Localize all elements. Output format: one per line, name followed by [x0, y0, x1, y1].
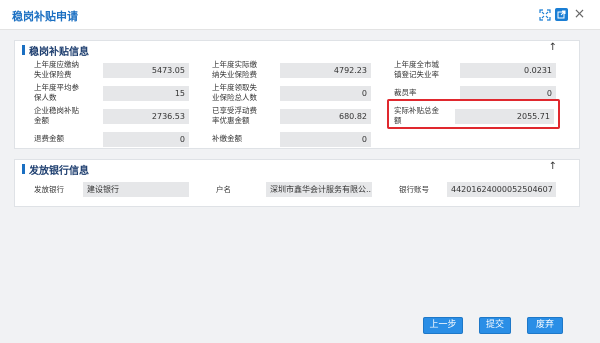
bank-info-header[interactable]: 发放银行信息 ↑ — [15, 160, 579, 177]
label-paid-premium: 上年度实际缴 纳失业保险费 — [212, 60, 257, 79]
label-benefit-recipients: 上年度领取失 业保险总人数 — [212, 83, 257, 102]
window-title: 稳岗补贴申请 — [12, 10, 78, 23]
label-supplement-amount: 补缴金额 — [212, 134, 242, 143]
section-accent-bar — [22, 45, 25, 55]
popout-icon[interactable] — [555, 8, 568, 21]
label-subsidy-amount: 企业稳岗补贴 金额 — [34, 106, 79, 125]
value-supplement-amount: 0 — [280, 132, 371, 147]
value-paid-premium: 4792.23 — [280, 63, 371, 78]
label-payable-premium: 上年度应缴纳 失业保险费 — [34, 60, 79, 79]
label-avg-insured: 上年度平均参 保人数 — [34, 83, 79, 102]
submit-button[interactable]: 提交 — [479, 317, 511, 334]
subsidy-info-title: 稳岗补贴信息 — [29, 47, 89, 58]
label-issuing-bank: 发放银行 — [34, 185, 64, 194]
fullscreen-icon[interactable] — [538, 8, 551, 21]
value-issuing-bank: 建设银行 — [83, 182, 189, 197]
label-account-number: 银行账号 — [399, 185, 429, 194]
value-unemployment-rate: 0.0231 — [460, 63, 556, 78]
window-titlebar: 稳岗补贴申请 × — [0, 0, 600, 30]
value-benefit-recipients: 0 — [280, 86, 371, 101]
label-account-name: 户名 — [216, 185, 231, 194]
bank-info-title: 发放银行信息 — [29, 166, 89, 177]
discard-button[interactable]: 废弃 — [527, 317, 563, 334]
value-refund-amount: 0 — [103, 132, 189, 147]
label-unemployment-rate: 上年度全市城 镇登记失业率 — [394, 60, 439, 79]
value-subsidy-amount: 2736.53 — [103, 109, 189, 124]
value-avg-insured: 15 — [103, 86, 189, 101]
value-account-name: 深圳市鑫华会计服务有限公... — [266, 182, 372, 197]
value-rate-discount: 680.82 — [280, 109, 371, 124]
value-account-number: 44201624000052504607 — [447, 182, 556, 197]
label-refund-amount: 退费金额 — [34, 134, 64, 143]
label-rate-discount: 已享受浮动费 率优惠金额 — [212, 106, 257, 125]
close-icon[interactable]: × — [573, 6, 586, 22]
previous-step-button[interactable]: 上一步 — [423, 317, 463, 334]
collapse-arrow-icon[interactable]: ↑ — [549, 42, 557, 53]
subsidy-info-header[interactable]: 稳岗补贴信息 ↑ — [15, 41, 579, 58]
collapse-arrow-icon[interactable]: ↑ — [549, 161, 557, 172]
close-glyph: × — [573, 6, 586, 22]
highlight-box — [387, 99, 560, 129]
section-accent-bar — [22, 164, 25, 174]
value-payable-premium: 5473.05 — [103, 63, 189, 78]
label-layoff-rate: 裁员率 — [394, 88, 417, 97]
